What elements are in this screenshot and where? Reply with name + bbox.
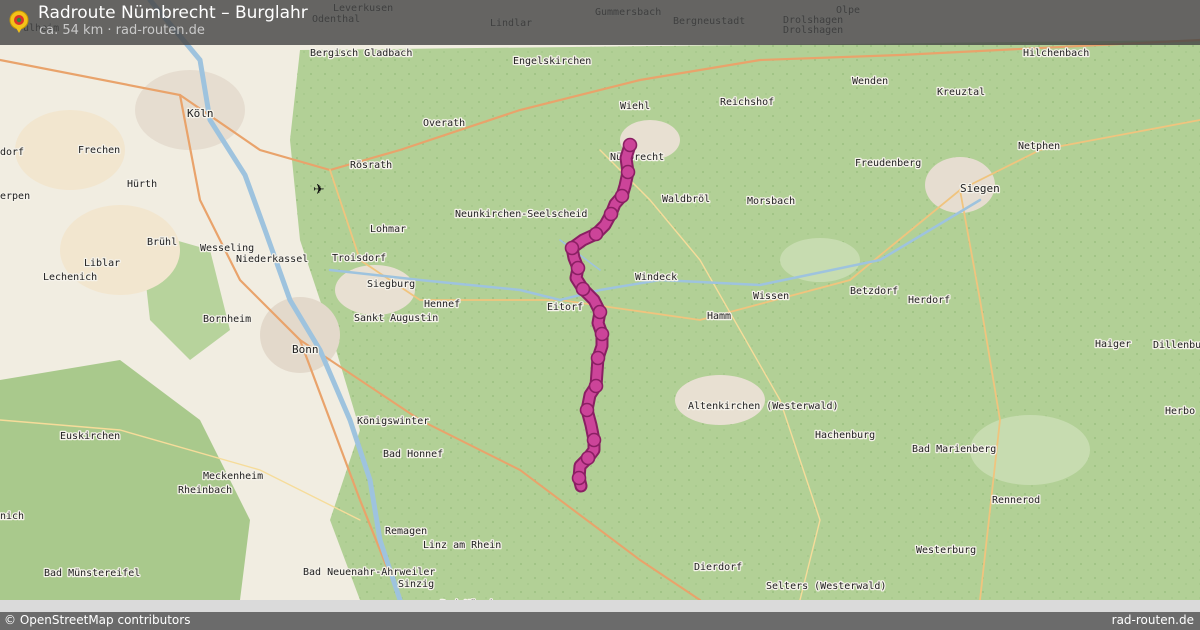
place-label: Hachenburg xyxy=(815,430,875,441)
place-label: Netphen xyxy=(1018,141,1060,152)
place-label: Kreuztal xyxy=(937,87,985,98)
place-label: Altenkirchen (Westerwald) xyxy=(688,401,839,412)
place-label: Rennerod xyxy=(992,495,1040,506)
place-label: Troisdorf xyxy=(332,253,386,264)
place-label: Köln xyxy=(187,107,214,120)
place-label: Bad Neuenahr-Ahrweiler xyxy=(303,567,435,578)
place-label: Selters (Westerwald) xyxy=(766,581,886,592)
place-label: Windeck xyxy=(635,272,677,283)
route-waypoint xyxy=(586,432,602,448)
place-label: Reichshof xyxy=(720,97,774,108)
place-label: Bad Honnef xyxy=(383,449,443,460)
place-label: Bonn xyxy=(292,343,319,356)
route-waypoint xyxy=(614,188,630,204)
place-label: Hennef xyxy=(424,299,460,310)
place-label: dorf xyxy=(0,147,24,158)
place-label: Wiehl xyxy=(620,101,650,112)
title-bar: Radroute Nümbrecht – Burglahr ca. 54 km … xyxy=(0,0,1200,45)
place-label: Herdorf xyxy=(908,295,950,306)
route-waypoint xyxy=(570,260,586,276)
place-label: Königswinter xyxy=(357,416,429,427)
route-waypoint xyxy=(575,281,591,297)
footer-separator xyxy=(0,600,1200,612)
brand-link[interactable]: rad-routen.de xyxy=(1112,613,1194,627)
place-label: Bornheim xyxy=(203,314,251,325)
place-label: Eitorf xyxy=(547,302,583,313)
place-label: erpen xyxy=(0,191,30,202)
place-label: Wissen xyxy=(753,291,789,302)
route-title: Radroute Nümbrecht – Burglahr xyxy=(38,3,308,23)
place-label: Linz am Rhein xyxy=(423,540,501,551)
place-label: Wenden xyxy=(852,76,888,87)
place-label: Remagen xyxy=(385,526,427,537)
map-pin-icon xyxy=(9,10,29,33)
place-label: Siegen xyxy=(960,182,1000,195)
place-label: Hürth xyxy=(127,179,157,190)
place-label: Neunkirchen-Seelscheid xyxy=(455,209,587,220)
route-waypoint xyxy=(588,226,604,242)
place-label: Engelskirchen xyxy=(513,56,591,67)
place-label: Sankt Augustin xyxy=(354,313,438,324)
route-waypoint xyxy=(603,206,619,222)
map-canvas[interactable]: LeverkusenOdenthalLindlarGummersbachBerg… xyxy=(0,0,1200,630)
place-label: Brühl xyxy=(147,237,177,248)
place-label: Bad Münstereifel xyxy=(44,568,140,579)
route-waypoint xyxy=(590,350,606,366)
route-waypoint xyxy=(588,378,604,394)
place-label: Frechen xyxy=(78,145,120,156)
place-label: Morsbach xyxy=(747,196,795,207)
place-label: Euskirchen xyxy=(60,431,120,442)
route-waypoint xyxy=(620,164,636,180)
route-waypoint xyxy=(622,137,638,153)
place-label: Herbo xyxy=(1165,406,1195,417)
place-label: Rösrath xyxy=(350,160,392,171)
place-label: Dierdorf xyxy=(694,562,742,573)
place-label: Meckenheim xyxy=(203,471,263,482)
osm-attribution-link[interactable]: © OpenStreetMap contributors xyxy=(4,613,190,627)
place-label: Freudenberg xyxy=(855,158,921,169)
place-label: Betzdorf xyxy=(850,286,898,297)
place-label: Dillenbu xyxy=(1153,340,1200,351)
place-label: Rheinbach xyxy=(178,485,232,496)
place-label: Overath xyxy=(423,118,465,129)
airport-icon: ✈ xyxy=(313,182,325,198)
place-label: Hilchenbach xyxy=(1023,48,1089,59)
place-label: Nümbrecht xyxy=(610,152,664,163)
place-label: Bad Marienberg xyxy=(912,444,996,455)
place-label: Hamm xyxy=(707,311,731,322)
place-label: Sinzig xyxy=(398,579,434,590)
place-label: Westerburg xyxy=(916,545,976,556)
place-label: Bergisch Gladbach xyxy=(310,48,412,59)
place-label: Waldbröl xyxy=(662,194,710,205)
route-waypoint xyxy=(571,470,587,486)
place-label: Niederkassel xyxy=(236,254,308,265)
place-label: nich xyxy=(0,511,24,522)
route-waypoint xyxy=(592,304,608,320)
route-waypoint xyxy=(580,450,596,466)
route-waypoint xyxy=(564,240,580,256)
place-label: Wesseling xyxy=(200,243,254,254)
footer-bar: © OpenStreetMap contributors rad-routen.… xyxy=(0,612,1200,630)
place-label: Lechenich xyxy=(43,272,97,283)
route-waypoint xyxy=(594,326,610,342)
place-label: Siegburg xyxy=(367,279,415,290)
route-waypoint xyxy=(579,402,595,418)
route-subtitle: ca. 54 km · rad-routen.de xyxy=(39,23,205,38)
place-label: Liblar xyxy=(84,258,120,269)
place-label: Lohmar xyxy=(370,224,406,235)
place-label: Haiger xyxy=(1095,339,1131,350)
